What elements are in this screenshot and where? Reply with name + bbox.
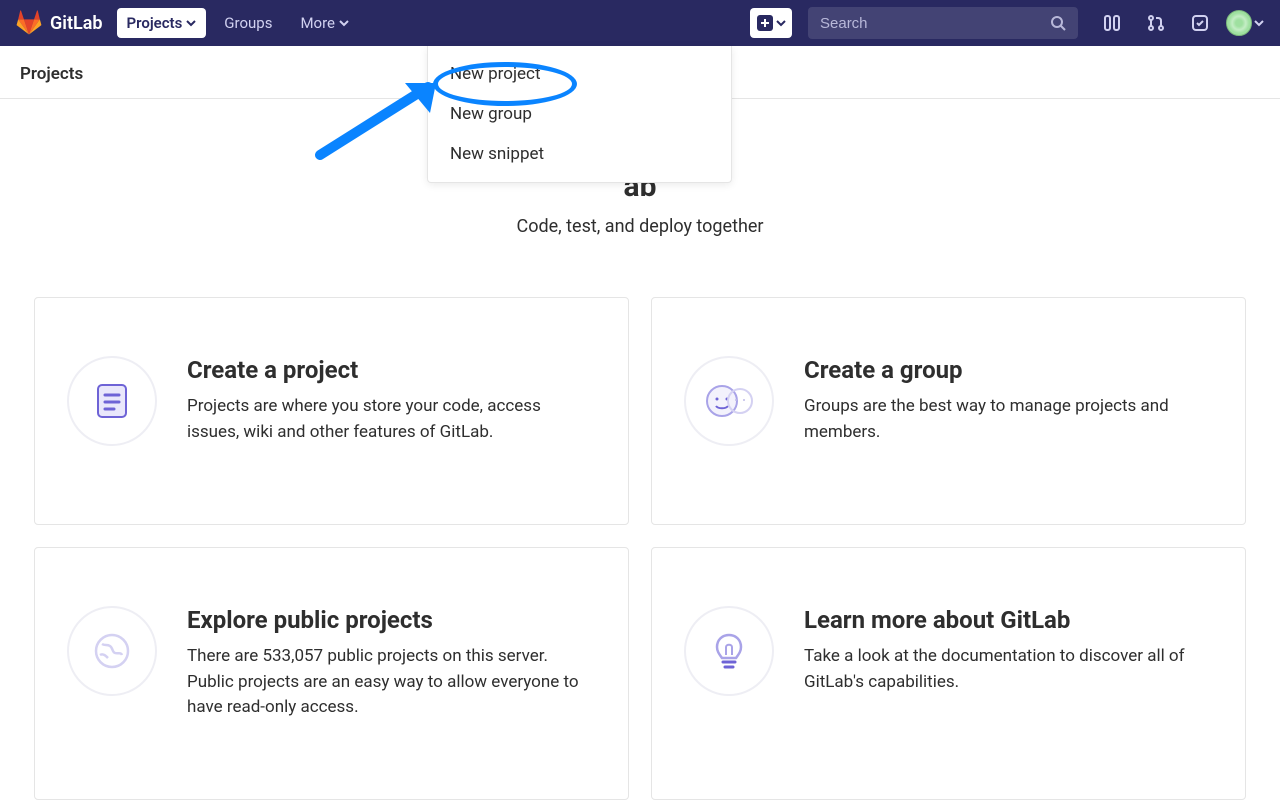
card-learn-more[interactable]: Learn more about GitLab Take a look at t… (651, 547, 1246, 800)
card-icon-wrap (684, 356, 774, 446)
card-desc: Projects are where you store your code, … (187, 394, 596, 445)
card-icon-wrap (67, 356, 157, 446)
search-icon (1050, 15, 1066, 31)
top-navbar: GitLab Projects Groups More (0, 0, 1280, 46)
welcome-subtitle: Code, test, and deploy together (0, 216, 1280, 237)
card-title: Learn more about GitLab (804, 606, 1213, 634)
gitlab-logo-icon (16, 10, 42, 36)
nav-projects-label: Projects (127, 14, 183, 32)
dropdown-new-project[interactable]: New project (428, 54, 731, 94)
user-menu[interactable] (1226, 10, 1264, 36)
card-icon-wrap (67, 606, 157, 696)
chevron-down-icon (1254, 18, 1264, 28)
nav-groups-label: Groups (224, 14, 272, 32)
card-icon-wrap (684, 606, 774, 696)
new-dropdown-menu: New project New group New snippet (427, 46, 732, 183)
chevron-down-icon (186, 18, 196, 28)
dropdown-new-group[interactable]: New group (428, 94, 731, 134)
issues-icon-link[interactable] (1094, 7, 1130, 39)
avatar (1226, 10, 1252, 36)
dropdown-new-snippet[interactable]: New snippet (428, 134, 731, 174)
merge-requests-icon-link[interactable] (1138, 7, 1174, 39)
card-title: Create a group (804, 356, 1213, 384)
nav-groups[interactable]: Groups (214, 8, 282, 38)
plus-icon (756, 14, 774, 32)
project-icon (90, 379, 134, 423)
group-icon (702, 379, 756, 423)
nav-projects[interactable]: Projects (117, 8, 207, 38)
card-create-project[interactable]: Create a project Projects are where you … (34, 297, 629, 525)
search-box[interactable] (808, 7, 1078, 39)
brand-name: GitLab (50, 13, 103, 34)
merge-request-icon (1146, 13, 1166, 33)
nav-more-label: More (300, 14, 335, 32)
new-dropdown-button[interactable] (750, 8, 792, 38)
card-create-group[interactable]: Create a group Groups are the best way t… (651, 297, 1246, 525)
nav-more[interactable]: More (290, 8, 359, 38)
chevron-down-icon (339, 18, 349, 28)
todos-icon (1190, 13, 1210, 33)
issues-icon (1102, 13, 1122, 33)
card-title: Explore public projects (187, 606, 596, 634)
nav-items: Projects Groups More (117, 8, 360, 38)
card-explore-projects[interactable]: Explore public projects There are 533,05… (34, 547, 629, 800)
card-grid: Create a project Projects are where you … (0, 237, 1280, 800)
search-input[interactable] (820, 15, 1050, 32)
card-title: Create a project (187, 356, 596, 384)
card-desc: Groups are the best way to manage projec… (804, 394, 1213, 445)
globe-icon (90, 629, 134, 673)
card-desc: Take a look at the documentation to disc… (804, 644, 1213, 695)
card-desc: There are 533,057 public projects on thi… (187, 644, 596, 721)
todos-icon-link[interactable] (1182, 7, 1218, 39)
brand-block[interactable]: GitLab (16, 10, 103, 36)
chevron-down-icon (776, 18, 786, 28)
lightbulb-icon (707, 629, 751, 673)
